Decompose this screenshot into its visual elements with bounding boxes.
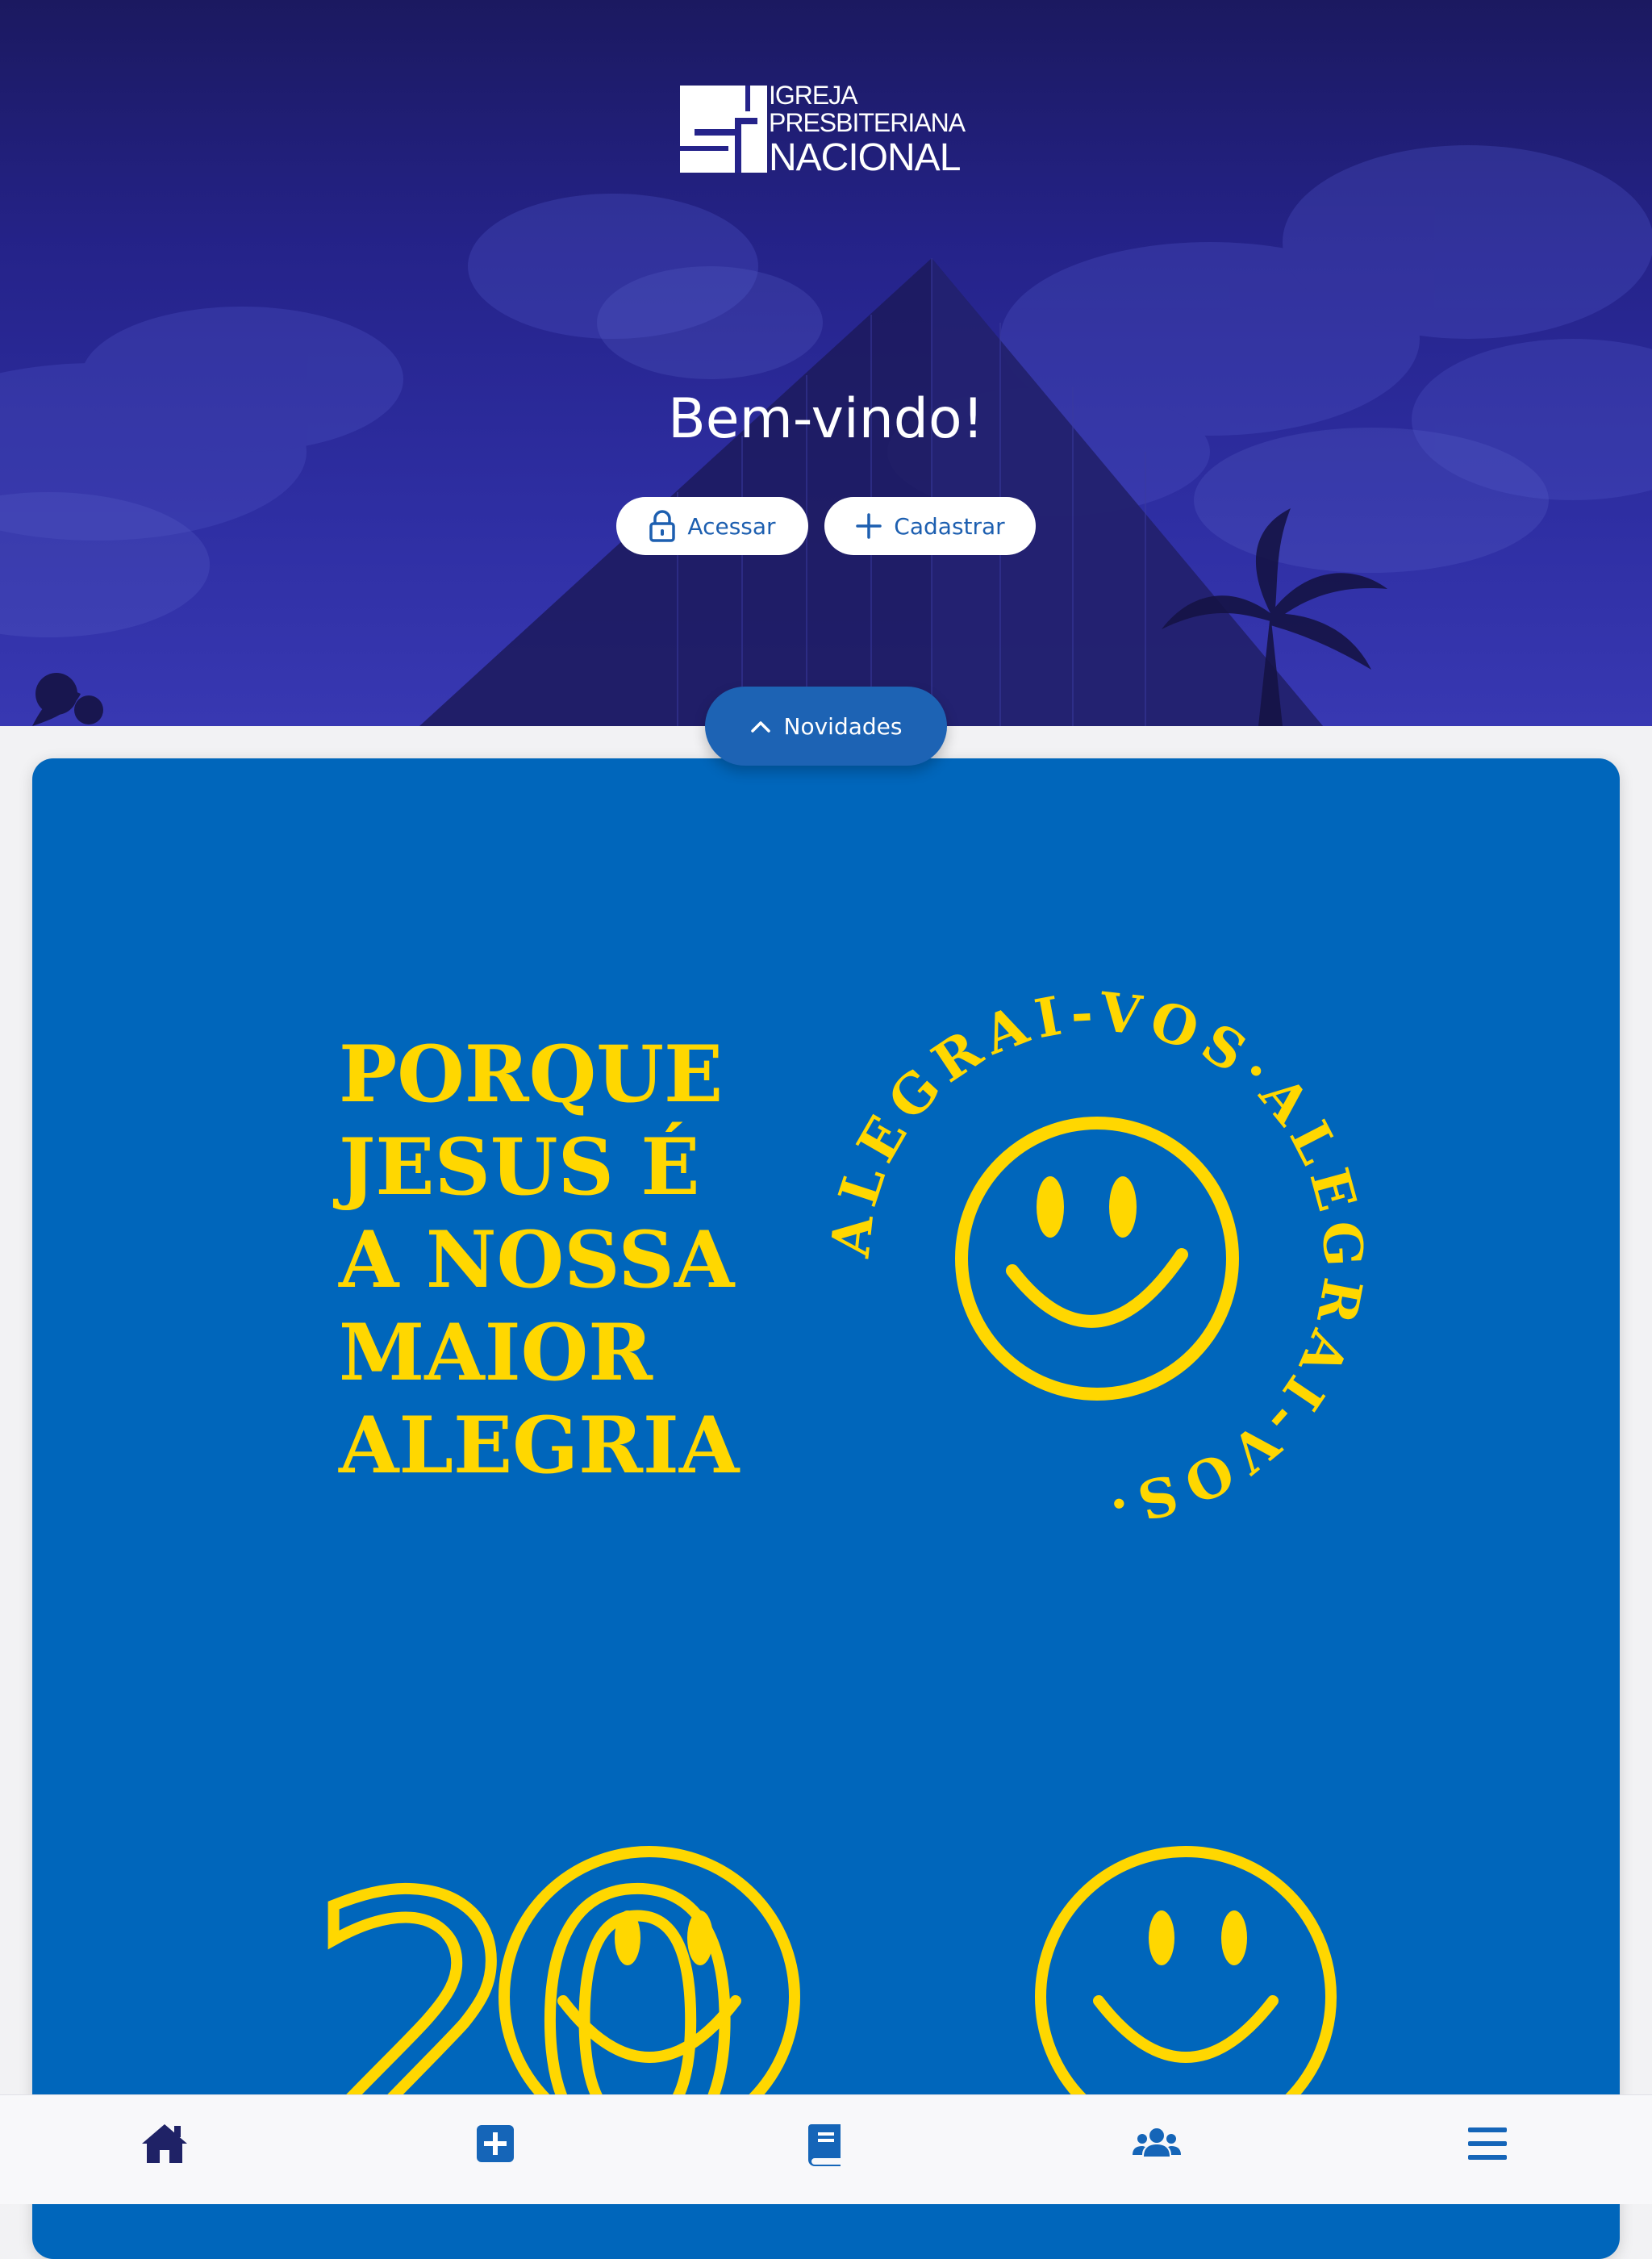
plus-square-icon [477, 2125, 514, 2162]
users-icon [1133, 2128, 1181, 2157]
lock-icon [649, 510, 676, 542]
banner-line-4: MAIOR [339, 1307, 653, 1398]
welcome-title: Bem-vindo! [668, 387, 984, 451]
signup-button[interactable]: Cadastrar [824, 497, 1036, 555]
banner-line-2: JESUS É [332, 1121, 700, 1213]
church-logo-icon [680, 86, 767, 173]
banner-line-1: PORQUE [339, 1029, 723, 1120]
smiley-icon [955, 1117, 1239, 1401]
news-tab-label: Novidades [783, 712, 903, 740]
chevron-up-icon [750, 721, 770, 733]
news-banner-image: PORQUE JESUS É A NOSSA MAIOR ALEGRIA ALE… [301, 980, 1376, 2234]
nav-groups[interactable] [1131, 2118, 1183, 2169]
bottom-navigation [0, 2094, 1652, 2204]
church-logo: IGREJA PRESBITERIANA NACIONAL [680, 81, 970, 177]
home-icon [142, 2124, 187, 2163]
news-banner-card[interactable]: PORQUE JESUS É A NOSSA MAIOR ALEGRIA ALE… [32, 758, 1620, 2259]
banner-line-3: A NOSSA [338, 1214, 736, 1305]
login-button-label: Acessar [687, 512, 776, 540]
plus-icon [856, 513, 882, 539]
logo-line-3: NACIONAL [769, 136, 961, 179]
news-tab-toggle[interactable]: Novidades [705, 687, 947, 766]
nav-home[interactable] [139, 2118, 190, 2169]
menu-icon [1468, 2127, 1507, 2160]
logo-line-2: PRESBITERIANA [769, 108, 966, 137]
logo-line-1: IGREJA [769, 81, 858, 110]
banner-line-5: ALEGRIA [338, 1400, 740, 1491]
nav-menu[interactable] [1462, 2118, 1513, 2169]
hero-header: IGREJA PRESBITERIANA NACIONAL Bem-vindo!… [0, 0, 1652, 726]
nav-bible[interactable] [800, 2118, 852, 2169]
login-button[interactable]: Acessar [616, 497, 808, 555]
banner-ring-textpath: ALEGRAI-VOS·ALEGRAI-VOS· [819, 980, 1368, 1537]
banner-ring-text: ALEGRAI-VOS·ALEGRAI-VOS· [819, 980, 1376, 1537]
signup-button-label: Cadastrar [894, 512, 1005, 540]
nav-add[interactable] [469, 2118, 521, 2169]
book-icon [808, 2124, 841, 2166]
